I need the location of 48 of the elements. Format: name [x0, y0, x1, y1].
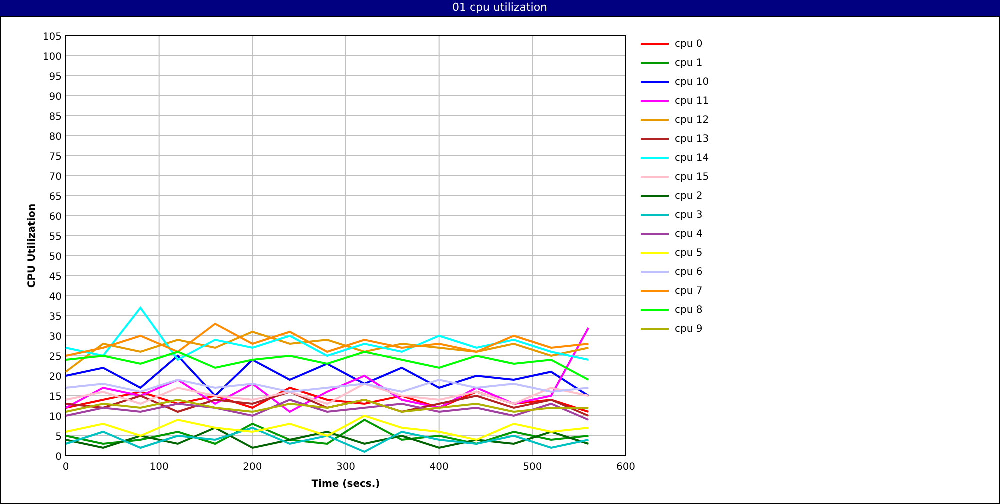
axis-tick-label: 25 — [49, 352, 62, 363]
legend-label: cpu 9 — [675, 322, 703, 336]
axis-tick-label: 600 — [616, 462, 636, 473]
legend-label: cpu 4 — [675, 228, 703, 242]
axis-tick-label: 75 — [49, 152, 62, 163]
axis-tick-label: 40 — [49, 292, 62, 303]
axis-tick-label: 100 — [42, 52, 62, 63]
axis-tick-label: 0 — [62, 462, 70, 473]
legend-label: cpu 8 — [675, 304, 703, 318]
title-bar: 01 cpu utilization — [0, 0, 1000, 16]
axis-tick-label: 15 — [49, 392, 62, 403]
legend-label: cpu 6 — [675, 266, 703, 280]
axis-tick-label: 500 — [523, 462, 542, 473]
axis-tick-label: 0 — [56, 452, 62, 463]
axis-tick-label: 95 — [49, 72, 62, 83]
axis-tick-label: 80 — [49, 132, 62, 143]
legend-label: cpu 0 — [675, 38, 703, 52]
legend-label: cpu 10 — [675, 76, 710, 90]
axis-tick-label: 45 — [49, 272, 62, 283]
axis-tick-label: 55 — [49, 232, 62, 243]
x-axis-title: Time (secs.) — [312, 479, 380, 490]
legend-label: cpu 1 — [675, 56, 703, 70]
axis-tick-label: 400 — [430, 462, 449, 473]
axis-tick-label: 90 — [49, 92, 62, 103]
legend-label: cpu 2 — [675, 190, 703, 204]
axis-tick-label: 35 — [49, 312, 62, 323]
legend-label: cpu 15 — [675, 170, 710, 184]
axis-tick-label: 70 — [49, 172, 62, 183]
axis-tick-label: 85 — [49, 112, 62, 123]
axis-tick-label: 65 — [49, 192, 62, 203]
axis-tick-label: 20 — [49, 372, 62, 383]
y-axis-title: CPU Utilization — [27, 204, 38, 288]
axis-tick-label: 60 — [49, 212, 62, 223]
legend-label: cpu 13 — [675, 132, 710, 146]
axis-tick-label: 100 — [150, 462, 169, 473]
legend-label: cpu 5 — [675, 246, 703, 260]
legend-label: cpu 14 — [675, 152, 710, 166]
legend-label: cpu 7 — [675, 284, 703, 298]
axis-tick-label: 30 — [49, 332, 62, 343]
axis-tick-label: 105 — [42, 32, 62, 43]
axis-tick-label: 200 — [243, 462, 262, 473]
legend-label: cpu 3 — [675, 208, 703, 222]
axis-tick-label: 50 — [49, 252, 62, 263]
axis-tick-label: 300 — [336, 462, 356, 473]
legend-label: cpu 11 — [675, 94, 710, 108]
legend-label: cpu 12 — [675, 114, 710, 128]
axis-tick-label: 10 — [49, 412, 62, 423]
axis-tick-label: 5 — [56, 432, 62, 443]
